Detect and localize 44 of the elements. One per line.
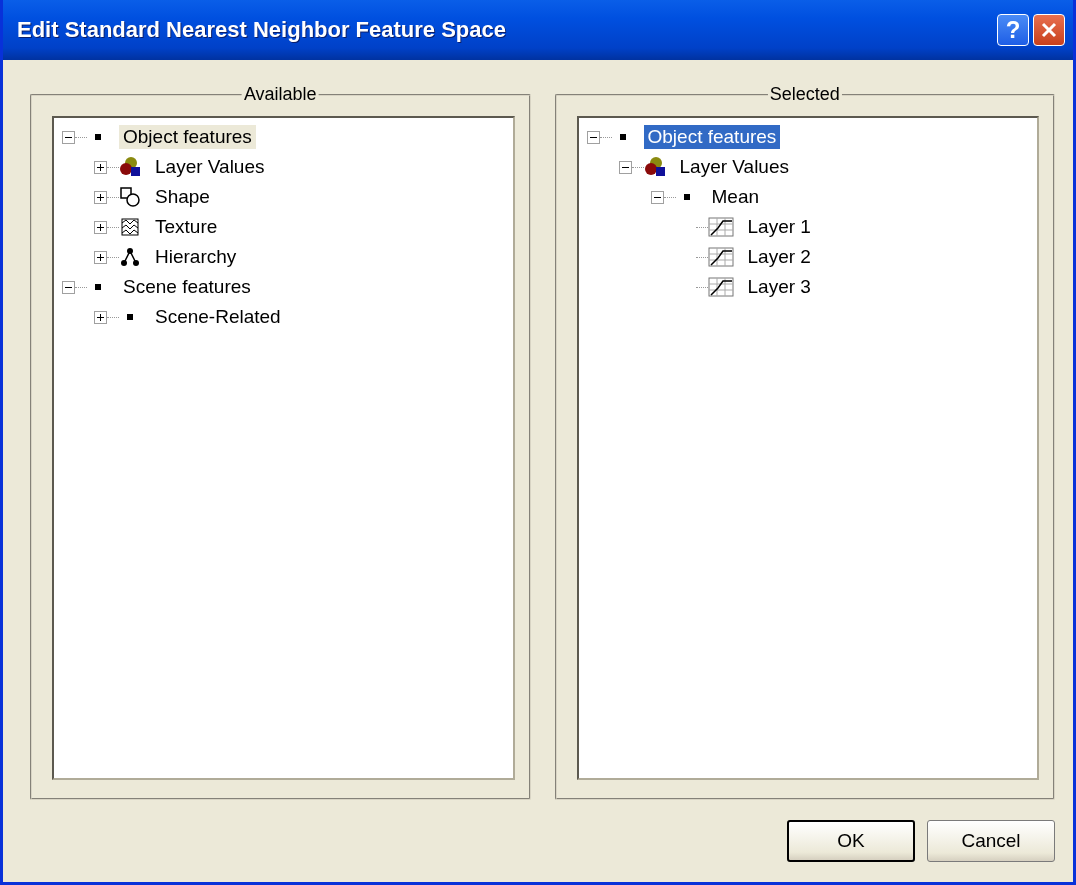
bullet-icon bbox=[95, 284, 101, 290]
bullet-icon bbox=[127, 314, 133, 320]
expander-icon[interactable] bbox=[94, 160, 107, 174]
tree-view[interactable]: Object features Layer Values Mean Layer 1 Layer 2 Layer 3 bbox=[576, 116, 1039, 780]
expander-icon[interactable] bbox=[618, 160, 632, 174]
expander-icon[interactable] bbox=[94, 250, 107, 264]
layers-icon bbox=[119, 156, 141, 178]
tree-item[interactable]: Scene-Related bbox=[151, 305, 285, 329]
expander-icon[interactable] bbox=[94, 220, 107, 234]
tree-item[interactable]: Mean bbox=[707, 185, 764, 209]
hierarchy-icon bbox=[119, 246, 141, 268]
chart-icon bbox=[707, 276, 734, 298]
tree-item[interactable]: Scene features bbox=[119, 275, 255, 299]
tree-item[interactable]: Hierarchy bbox=[151, 245, 241, 269]
tree-item[interactable]: Object features bbox=[643, 125, 781, 149]
tree-item[interactable]: Object features bbox=[119, 125, 256, 149]
expander-icon[interactable] bbox=[62, 130, 75, 144]
tree-item[interactable]: Shape bbox=[151, 185, 214, 209]
tree-item[interactable]: Layer Values bbox=[151, 155, 269, 179]
tree-item[interactable]: Texture bbox=[151, 215, 222, 239]
tree-item[interactable]: Layer 1 bbox=[743, 215, 815, 239]
bullet-icon bbox=[683, 194, 690, 200]
expander-icon[interactable] bbox=[94, 190, 107, 204]
expander-icon[interactable] bbox=[62, 280, 75, 294]
texture-icon bbox=[119, 216, 141, 238]
tree-item[interactable]: Layer Values bbox=[675, 155, 793, 179]
layers-icon bbox=[643, 156, 666, 178]
shapes-icon bbox=[119, 186, 141, 208]
tree-item[interactable]: Layer 2 bbox=[743, 245, 815, 269]
window-title: Edit Standard Nearest Neighbor Feature Space bbox=[17, 17, 507, 43]
bullet-icon bbox=[619, 134, 626, 140]
tree-view[interactable]: Object features Layer Values Shape Texture Hierarchy Scene features Scene-Related bbox=[52, 116, 515, 780]
dialog-button[interactable]: Cancel bbox=[927, 820, 1055, 862]
expander-icon[interactable] bbox=[650, 190, 664, 204]
close-icon bbox=[1039, 20, 1059, 40]
expander-icon[interactable] bbox=[586, 130, 600, 144]
chart-icon bbox=[707, 246, 734, 268]
close-button[interactable] bbox=[1033, 14, 1065, 46]
tree-item[interactable]: Layer 3 bbox=[743, 275, 815, 299]
dialog-button[interactable]: OK bbox=[787, 820, 915, 862]
chart-icon bbox=[707, 216, 734, 238]
bullet-icon bbox=[95, 134, 101, 140]
help-button[interactable]: ? bbox=[997, 14, 1029, 46]
expander-icon[interactable] bbox=[94, 310, 107, 324]
